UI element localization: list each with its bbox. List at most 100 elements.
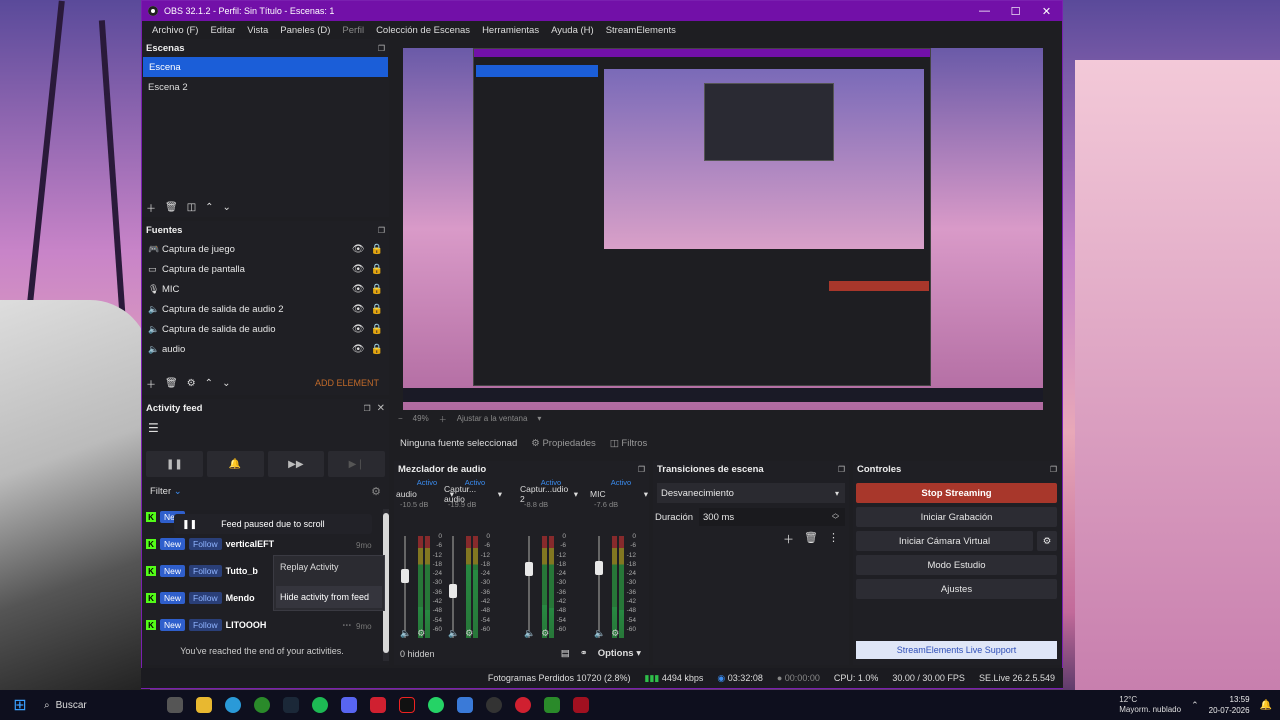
undock-icon[interactable]: ❐ — [638, 465, 645, 474]
volume-fader-track[interactable] — [598, 536, 600, 638]
source-item[interactable]: 🔈 Captura de salida de audio 👁 🔒 — [142, 319, 389, 339]
windows-start-icon[interactable]: ⊞ — [0, 695, 40, 715]
streamelements-icon[interactable] — [508, 694, 537, 716]
source-item[interactable]: ▭ Captura de pantalla 👁 🔒 — [142, 259, 389, 279]
properties-button[interactable]: ⚙ Propiedades — [531, 438, 596, 449]
stepper-icon[interactable]: ︿ ﹀ — [832, 510, 839, 524]
transition-select[interactable]: Desvanecimiento ▾ — [657, 483, 845, 503]
volume-fader-knob[interactable] — [595, 560, 603, 575]
feed-settings-gear-icon[interactable]: ⚙ — [371, 485, 381, 498]
filter-dropdown[interactable]: Filter ⌄ — [150, 486, 182, 497]
menu-ayuda[interactable]: Ayuda (H) — [545, 25, 600, 36]
menu-coleccion[interactable]: Colección de Escenas — [370, 25, 476, 36]
menu-perfil[interactable]: Perfil — [336, 25, 370, 36]
menu-vista[interactable]: Vista — [241, 25, 274, 36]
channel-name-dropdown[interactable]: Captur...udio 2 ▾ — [520, 484, 582, 504]
lock-icon[interactable]: 🔒 — [371, 284, 383, 295]
streamelements-support-button[interactable]: StreamElements Live Support — [856, 641, 1057, 659]
source-item[interactable]: 🔈 audio 👁 🔒 — [142, 339, 389, 359]
lock-icon[interactable]: 🔒 — [371, 304, 383, 315]
source-item[interactable]: 🎙 MIC 👁 🔒 — [142, 279, 389, 299]
skip-end-button[interactable]: ▶❘ — [328, 451, 385, 477]
channel-settings-icon[interactable]: ⚙ — [611, 628, 619, 639]
channel-settings-icon[interactable]: ⚙ — [465, 628, 473, 639]
spotify-icon[interactable] — [305, 694, 334, 716]
source-settings-gear-icon[interactable]: ⚙ — [187, 378, 196, 389]
start-virtual-camera-button[interactable]: Iniciar Cámara Virtual — [856, 531, 1033, 551]
skip-forward-button[interactable]: ▶▶ — [267, 451, 325, 477]
speaker-mute-icon[interactable]: 🔈 — [448, 628, 459, 639]
app-red-icon[interactable] — [363, 694, 392, 716]
layout-icon[interactable]: ▤ — [561, 648, 570, 659]
menu-editar[interactable]: Editar — [204, 25, 241, 36]
tiktok-icon[interactable] — [392, 694, 421, 716]
xbox-icon[interactable] — [247, 694, 276, 716]
link-icon[interactable]: ⚭ — [580, 648, 588, 659]
app-dark-red-icon[interactable] — [566, 694, 595, 716]
maximize-button[interactable]: ☐ — [1000, 5, 1031, 18]
menu-streamelements[interactable]: StreamElements — [600, 25, 682, 36]
settings-app-icon[interactable] — [450, 694, 479, 716]
zoom-out-icon[interactable]: − — [398, 414, 403, 425]
source-item[interactable]: 🎮 Captura de juego 👁 🔒 — [142, 239, 389, 259]
feed-row[interactable]: K New Follow LITOOOH ⋯ — [146, 616, 351, 634]
remove-source-icon[interactable]: 🗑 — [165, 378, 178, 389]
settings-button[interactable]: Ajustes — [856, 579, 1057, 599]
options-dropdown[interactable]: Options ▾ — [598, 648, 641, 659]
feed-row[interactable]: K New Follow Tutto_b — [146, 562, 258, 580]
visibility-eye-icon[interactable]: 👁 — [352, 264, 365, 275]
channel-name-dropdown[interactable]: MIC ▾ — [590, 488, 652, 500]
feed-row[interactable]: K New Follow Mendo — [146, 589, 255, 607]
move-down-icon[interactable]: ⌄ — [223, 202, 231, 213]
filters-button[interactable]: ◫ Filtros — [610, 438, 648, 449]
channel-name-dropdown[interactable]: Captur... audio ▾ — [444, 484, 506, 504]
preview-canvas[interactable] — [403, 48, 1043, 410]
visibility-eye-icon[interactable]: 👁 — [352, 284, 365, 295]
move-up-icon[interactable]: ⌃ — [205, 378, 213, 389]
remove-scene-icon[interactable]: 🗑 — [165, 202, 178, 213]
menu-archivo[interactable]: Archivo (F) — [146, 25, 204, 36]
lock-icon[interactable]: 🔒 — [371, 344, 383, 355]
edge-browser-icon[interactable] — [218, 694, 247, 716]
move-down-icon[interactable]: ⌄ — [222, 378, 230, 389]
add-scene-icon[interactable]: ＋ — [146, 200, 156, 215]
notification-bell-icon[interactable]: 🔔 — [1260, 700, 1272, 711]
undock-icon[interactable]: ❐ — [1050, 465, 1057, 474]
feed-row[interactable]: K New Follow verticalEFT — [146, 535, 274, 553]
clock[interactable]: 13:59 20-07-2026 — [1209, 694, 1250, 716]
channel-settings-icon[interactable]: ⚙ — [417, 628, 425, 639]
more-options-icon[interactable]: ⋯ — [342, 620, 351, 631]
task-view-icon[interactable] — [160, 694, 189, 716]
add-transition-icon[interactable]: ＋ — [783, 531, 794, 547]
undock-icon[interactable]: ❐ — [378, 226, 385, 235]
lock-icon[interactable]: 🔒 — [371, 244, 383, 255]
virtual-camera-gear-icon[interactable]: ⚙ — [1037, 531, 1057, 551]
visibility-eye-icon[interactable]: 👁 — [352, 244, 365, 255]
tray-overflow-icon[interactable]: ⌃ — [1191, 700, 1199, 711]
channel-settings-icon[interactable]: ⚙ — [541, 628, 549, 639]
weather-widget[interactable]: 12°C Mayorm. nublado — [1119, 695, 1181, 715]
xbox-app-icon[interactable] — [537, 694, 566, 716]
visibility-eye-icon[interactable]: 👁 — [352, 324, 365, 335]
scene-filters-icon[interactable]: ◫ — [187, 202, 196, 213]
remove-transition-icon[interactable]: 🗑 — [804, 531, 818, 547]
more-vertical-icon[interactable]: ⋮ — [828, 531, 839, 547]
close-icon[interactable]: ✕ — [377, 403, 385, 414]
hamburger-menu-icon[interactable]: ☰ — [142, 417, 389, 443]
duration-input[interactable]: 300 ms ︿ ﹀ — [699, 508, 845, 526]
lock-icon[interactable]: 🔒 — [371, 324, 383, 335]
add-element-button[interactable]: ADD ELEMENT — [315, 378, 379, 388]
taskbar-search[interactable]: ⌕ Buscar — [40, 694, 160, 716]
bell-icon[interactable]: 🔔 — [206, 451, 264, 477]
replay-activity-item[interactable]: Replay Activity — [274, 556, 384, 578]
close-button[interactable]: ✕ — [1031, 5, 1062, 18]
hide-activity-item[interactable]: Hide activity from feed — [276, 586, 382, 608]
minimize-button[interactable]: — — [969, 5, 1000, 17]
volume-fader-knob[interactable] — [401, 569, 409, 584]
stop-streaming-button[interactable]: Stop Streaming — [856, 483, 1057, 503]
menu-herramientas[interactable]: Herramientas — [476, 25, 545, 36]
lock-icon[interactable]: 🔒 — [371, 264, 383, 275]
speaker-mute-icon[interactable]: 🔈 — [524, 628, 535, 639]
visibility-eye-icon[interactable]: 👁 — [352, 344, 365, 355]
speaker-mute-icon[interactable]: 🔈 — [594, 628, 605, 639]
